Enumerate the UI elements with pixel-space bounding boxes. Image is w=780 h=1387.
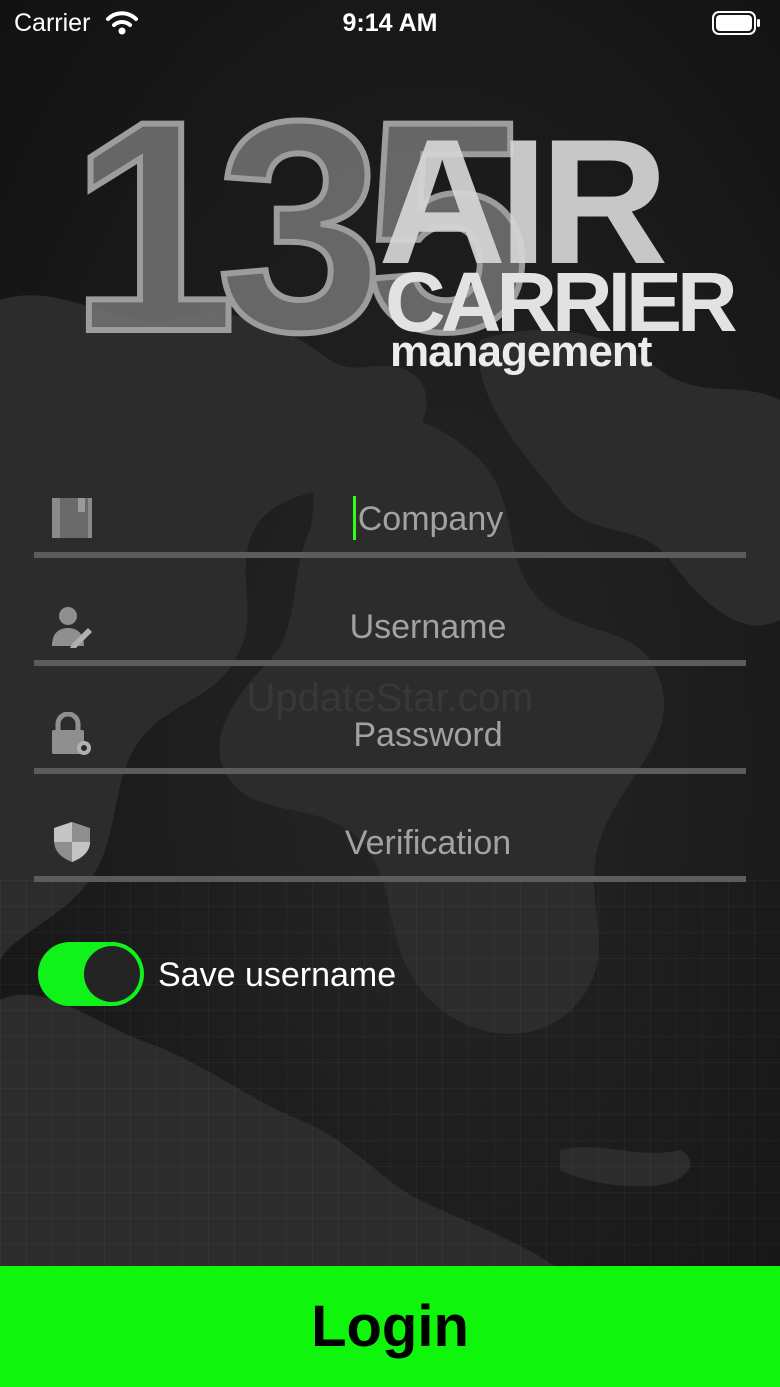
username-field[interactable]: Username: [34, 586, 746, 666]
status-time: 9:14 AM: [342, 9, 438, 37]
login-screen: UpdateStar.com Carrier 9:14 AM 135 AIR C…: [0, 0, 780, 1387]
field-underline: [34, 768, 746, 774]
toggle-knob[interactable]: [84, 946, 140, 1002]
login-button[interactable]: Login: [0, 1266, 780, 1387]
app-logo: 135 AIR CARRIER management: [67, 95, 740, 395]
company-placeholder: Company: [357, 500, 504, 538]
shield-icon: [54, 822, 90, 862]
status-bar: Carrier 9:14 AM: [0, 0, 780, 48]
field-underline: [34, 552, 746, 558]
user-edit-icon: [52, 607, 92, 648]
company-input[interactable]: Company: [110, 496, 746, 541]
company-field[interactable]: Company: [34, 478, 746, 558]
lock-gear-icon: [52, 712, 91, 755]
book-icon: [52, 498, 92, 538]
battery-icon: [712, 11, 760, 35]
text-cursor: [352, 496, 356, 541]
verification-field[interactable]: Verification: [34, 802, 746, 882]
username-input[interactable]: Username: [110, 608, 746, 647]
logo-management: management: [390, 327, 653, 376]
save-username-toggle[interactable]: [38, 942, 144, 1006]
field-underline: [34, 660, 746, 666]
save-username-label: Save username: [158, 956, 397, 994]
password-field[interactable]: Password: [34, 694, 746, 774]
map-grid: [0, 880, 780, 1270]
verification-input[interactable]: Verification: [110, 824, 746, 863]
field-underline: [34, 876, 746, 882]
password-input[interactable]: Password: [110, 716, 746, 755]
